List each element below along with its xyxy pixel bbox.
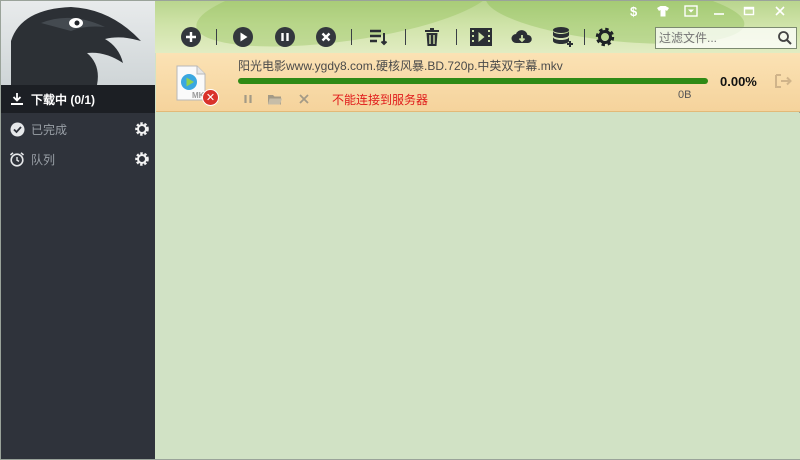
start-button[interactable] [231,25,255,49]
download-task-row[interactable]: MK ✕ 阳光电影www.ygdy8.com.硬核风暴.BD.720p.中英双字… [156,53,800,112]
pause-button[interactable] [273,25,297,49]
sort-button[interactable] [366,25,390,49]
gear-icon[interactable] [133,150,151,168]
settings-button[interactable] [593,25,617,49]
sidebar-item-label: 队列 [31,152,56,167]
dropdown-menu-icon[interactable] [680,3,702,19]
search-input[interactable] [659,30,771,46]
video-convert-button[interactable] [469,25,493,49]
check-circle-icon [9,121,25,137]
app-window: 下载中 (0/1) 已完成 队列 过滤文件... $ MK ✕ 阳光电影www.… [0,0,800,460]
close-icon[interactable] [769,3,791,19]
database-button[interactable] [551,25,575,49]
skin-shirt-icon[interactable] [652,3,674,19]
gear-icon[interactable] [133,120,151,138]
sidebar-item-label: 下载中 (0/1) [31,92,96,107]
maximize-icon[interactable] [738,3,760,19]
progress-percent: 0.00% [720,74,757,89]
add-button[interactable] [179,25,203,49]
app-logo [1,1,155,85]
download-icon [9,91,25,107]
sidebar-item-label: 已完成 [31,122,68,137]
open-folder-arrow-icon[interactable] [774,73,794,89]
error-badge-icon: ✕ [202,89,219,106]
sidebar-item-completed[interactable]: 已完成 [1,115,155,143]
svg-text:$: $ [630,4,638,18]
toolbar: $ [155,1,800,53]
sidebar-item-queue[interactable]: 队列 [1,145,155,173]
sidebar: 下载中 (0/1) 已完成 队列 [1,1,155,459]
dollar-icon[interactable]: $ [623,3,645,19]
task-filename: 阳光电影www.ygdy8.com.硬核风暴.BD.720p.中英双字幕.mkv [238,59,563,73]
task-pause-button[interactable] [240,91,256,107]
task-size: 0B [678,89,692,101]
task-error-message: 不能连接到服务器 [332,93,429,107]
search-box [655,27,797,49]
task-open-folder-button[interactable] [267,91,283,107]
search-icon[interactable] [777,30,793,46]
task-list-area [156,113,800,459]
minimize-icon[interactable] [708,3,730,19]
delete-button[interactable] [420,25,444,49]
task-delete-button[interactable] [296,91,312,107]
stop-button[interactable] [314,25,338,49]
alarm-clock-icon [9,151,25,167]
sidebar-item-downloading[interactable]: 下载中 (0/1) [1,85,155,113]
cloud-download-button[interactable] [510,25,534,49]
progress-bar [238,78,708,84]
